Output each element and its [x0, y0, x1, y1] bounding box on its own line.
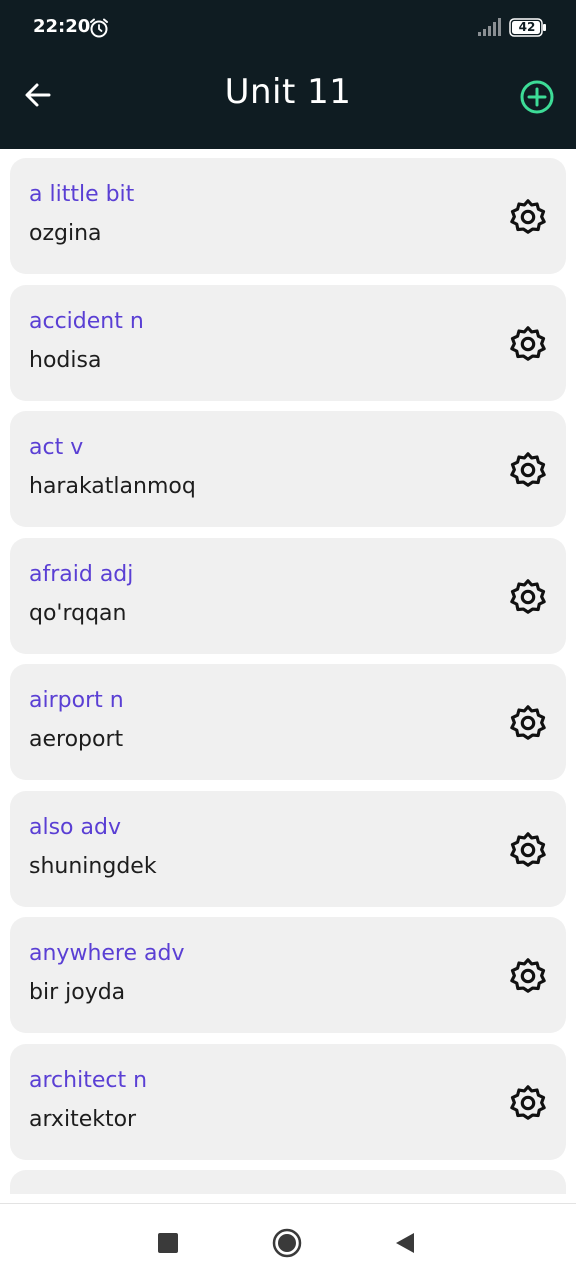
gear-icon[interactable] [509, 578, 547, 616]
word-translation: hodisa [29, 348, 102, 373]
page-title: Unit 11 [224, 72, 352, 112]
word-term: airport n [29, 688, 124, 713]
gear-icon[interactable] [509, 451, 547, 489]
list-item[interactable]: architect n arxitektor [10, 1044, 566, 1160]
list-item[interactable]: airport n aeroport [10, 664, 566, 780]
word-translation: qo'rqqan [29, 601, 127, 626]
word-list: a little bit ozgina accident n hodisa ac… [0, 149, 576, 1194]
alarm-icon [90, 18, 108, 38]
signal-icon [478, 18, 501, 36]
word-term: architect n [29, 1068, 148, 1093]
app-bar: 22:20 42 Unit 11 [0, 0, 576, 149]
list-item[interactable]: act v harakatlanmoq [10, 411, 566, 527]
system-nav-bar [0, 1203, 576, 1281]
word-term: accident n [29, 309, 144, 334]
list-item[interactable]: afraid adj qo'rqqan [10, 538, 566, 654]
gear-icon[interactable] [509, 831, 547, 869]
word-translation: ozgina [29, 221, 102, 246]
battery-level: 42 [518, 20, 536, 34]
word-translation: shuningdek [29, 854, 157, 879]
word-term: anywhere adv [29, 941, 185, 966]
gear-icon[interactable] [509, 198, 547, 236]
word-term: also adv [29, 815, 121, 840]
word-translation: bir joyda [29, 980, 126, 1005]
status-time: 22:20 [33, 16, 91, 37]
gear-icon[interactable] [509, 704, 547, 742]
gear-icon[interactable] [509, 957, 547, 995]
list-item[interactable]: accident n hodisa [10, 285, 566, 401]
gear-icon[interactable] [509, 1084, 547, 1122]
back-triangle-icon[interactable] [394, 1231, 416, 1255]
recents-square-icon[interactable] [158, 1233, 178, 1253]
word-term: act v [29, 435, 84, 460]
word-translation: arxitektor [29, 1107, 137, 1132]
home-circle-icon[interactable] [272, 1228, 302, 1258]
gear-icon[interactable] [509, 325, 547, 363]
status-bar: 22:20 42 [0, 0, 576, 56]
list-item[interactable]: a little bit ozgina [10, 158, 566, 274]
list-item-partial[interactable] [10, 1170, 566, 1194]
plus-circle-icon[interactable] [519, 79, 555, 115]
list-item[interactable]: anywhere adv bir joyda [10, 917, 566, 1033]
word-term: a little bit [29, 182, 135, 207]
word-translation: aeroport [29, 727, 124, 752]
list-item[interactable]: also adv shuningdek [10, 791, 566, 907]
word-translation: harakatlanmoq [29, 474, 196, 499]
word-term: afraid adj [29, 562, 134, 587]
